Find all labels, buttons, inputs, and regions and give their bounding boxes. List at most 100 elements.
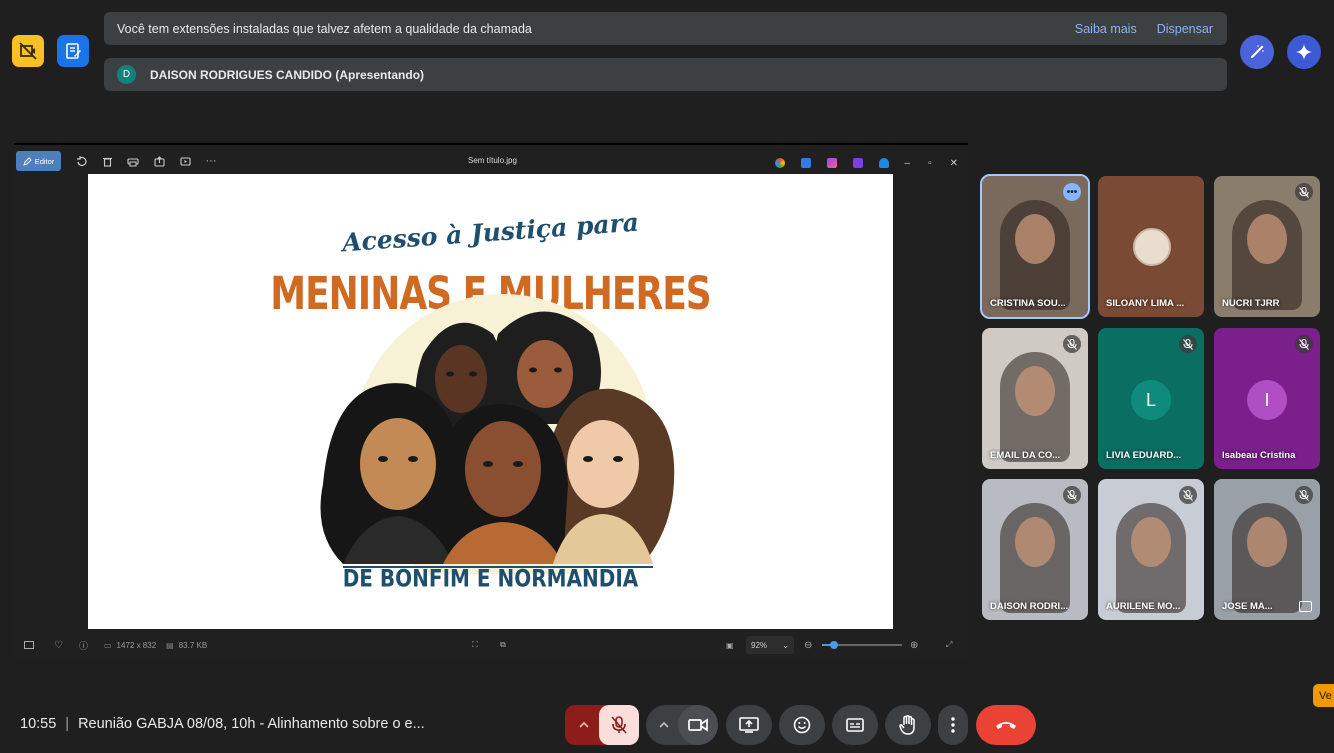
participant-tile[interactable]: L LIVIA EDUARD...	[1098, 328, 1204, 469]
hand-icon	[899, 715, 915, 735]
chevron-up-icon	[659, 721, 669, 728]
muted-badge	[1063, 335, 1081, 353]
app-icon-3[interactable]	[826, 158, 837, 168]
mic-off-icon	[1067, 489, 1077, 501]
cloud-icon[interactable]	[878, 158, 889, 168]
chevron-down-icon: ⌄	[782, 640, 789, 650]
fit-icon[interactable]: ⛶	[472, 640, 478, 650]
shared-screen: Editor ··· Sem título.jpg – ▫ ✕ Acesso à…	[14, 143, 968, 658]
pin-icon[interactable]	[1299, 601, 1312, 612]
info-icon[interactable]: ⓘ	[79, 639, 88, 652]
extension-notes-button[interactable]	[57, 35, 89, 67]
wand-icon	[1251, 45, 1264, 58]
editor-label: Editor	[34, 156, 55, 166]
mic-off-icon	[1183, 489, 1193, 501]
actual-size-icon[interactable]: ▣	[726, 641, 734, 650]
photo-viewer-toolbar: Editor ··· Sem título.jpg – ▫ ✕	[14, 149, 968, 173]
artwork-line3: DE BONFIM E NORMANDIA	[342, 563, 639, 593]
participant-name: LIVIA EDUARD...	[1106, 450, 1182, 461]
more-options-icon[interactable]: ···	[205, 155, 217, 167]
participant-face	[1015, 214, 1055, 264]
captions-button[interactable]	[832, 705, 878, 745]
fullscreen-icon[interactable]: ⤢	[946, 640, 952, 650]
editor-button[interactable]: Editor	[16, 151, 61, 171]
gemini-button[interactable]	[1287, 35, 1321, 69]
magic-wand-button[interactable]	[1240, 35, 1274, 69]
participant-tile[interactable]: DAISON RODRI...	[982, 479, 1088, 620]
video-options-button[interactable]	[646, 705, 718, 745]
zoom-in-icon[interactable]: ⊕	[910, 640, 918, 651]
learn-more-link[interactable]: Saiba mais	[1075, 22, 1137, 36]
print-icon[interactable]	[127, 155, 139, 167]
minimize-icon[interactable]: –	[905, 158, 911, 169]
mic-off-icon	[1299, 338, 1309, 350]
crop-icon[interactable]: ⧉	[500, 640, 506, 650]
dimensions-icon: ▭	[103, 640, 112, 650]
zoom-out-icon[interactable]: ⊖	[804, 640, 812, 651]
dismiss-link[interactable]: Dispensar	[1157, 22, 1213, 36]
participant-name: CRISTINA SOU...	[990, 298, 1066, 309]
participant-tile[interactable]: ••• CRISTINA SOU...	[980, 174, 1090, 319]
leave-call-button[interactable]	[976, 705, 1036, 745]
present-button[interactable]	[726, 705, 772, 745]
banner-message: Você tem extensões instaladas que talvez…	[117, 21, 532, 36]
extension-yellow-button[interactable]	[12, 35, 44, 67]
artwork-line1: Acesso à Justiça para	[341, 207, 640, 258]
no-video-icon	[19, 42, 37, 60]
participant-tile[interactable]: NUCRI TJRR	[1214, 176, 1320, 317]
tile-options-button[interactable]: •••	[1063, 183, 1081, 201]
filmstrip-icon[interactable]	[24, 641, 34, 649]
participant-name: SILOANY LIMA ...	[1106, 298, 1185, 309]
edit-note-icon	[66, 43, 81, 59]
meeting-separator: |	[65, 716, 70, 732]
mic-off-icon	[1183, 338, 1193, 350]
participant-face	[1131, 517, 1171, 567]
muted-badge	[1295, 486, 1313, 504]
raise-hand-button[interactable]	[885, 705, 931, 745]
reactions-button[interactable]	[779, 705, 825, 745]
participant-tile[interactable]: EMAIL DA CO...	[982, 328, 1088, 469]
more-options-button[interactable]	[938, 705, 968, 745]
zoom-select[interactable]: 92% ⌄	[746, 636, 794, 654]
heart-icon[interactable]: ♡	[54, 640, 63, 651]
mic-off-icon	[1067, 338, 1077, 350]
presenter-banner: D DAISON RODRIGUES CANDIDO (Apresentando…	[104, 58, 1227, 91]
muted-badge	[1295, 335, 1313, 353]
sparkle-icon	[1296, 44, 1312, 60]
zoom-slider[interactable]	[822, 641, 902, 649]
camera-toggle-button[interactable]	[678, 705, 718, 745]
image-canvas: Acesso à Justiça para MENINAS E MULHERES	[88, 174, 893, 629]
zoom-value: 92%	[751, 640, 768, 650]
mic-off-icon	[1299, 186, 1309, 198]
participant-name: Isabeau Cristina	[1222, 450, 1296, 461]
close-icon[interactable]: ✕	[950, 158, 958, 169]
app-icon-4[interactable]	[852, 158, 863, 168]
side-tag[interactable]: Ve	[1313, 684, 1334, 707]
camera-icon	[688, 718, 708, 732]
meeting-time: 10:55	[20, 716, 57, 732]
audio-options-button[interactable]	[565, 705, 639, 745]
slideshow-icon[interactable]	[179, 155, 191, 167]
participant-tile[interactable]: AURILENE MO...	[1098, 479, 1204, 620]
participant-tile[interactable]: JOSE MA...	[1214, 479, 1320, 620]
participant-tile[interactable]: SILOANY LIMA ...	[1098, 176, 1204, 317]
chevron-up-icon	[579, 721, 589, 728]
participant-avatar: I	[1247, 380, 1287, 420]
share-icon[interactable]	[153, 155, 165, 167]
participant-name: JOSE MA...	[1222, 601, 1273, 612]
participant-tile[interactable]: I Isabeau Cristina	[1214, 328, 1320, 469]
restore-icon[interactable]: ▫	[928, 158, 932, 169]
trash-icon[interactable]	[101, 155, 113, 167]
size-icon: ▤	[166, 640, 174, 650]
rotate-icon[interactable]	[75, 155, 87, 167]
participant-face	[1015, 366, 1055, 416]
app-icon-2[interactable]	[800, 158, 811, 168]
participant-name: DAISON RODRI...	[990, 601, 1069, 612]
mic-toggle-button[interactable]	[599, 705, 639, 745]
app-icon-1[interactable]	[774, 158, 785, 168]
extensions-warning-banner: Você tem extensões instaladas que talvez…	[104, 12, 1227, 45]
participant-name: NUCRI TJRR	[1222, 298, 1280, 309]
pencil-icon	[22, 156, 32, 166]
zoom-slider-thumb[interactable]	[830, 641, 838, 649]
meeting-title[interactable]: Reunião GABJA 08/08, 10h - Alinhamento s…	[78, 716, 425, 732]
